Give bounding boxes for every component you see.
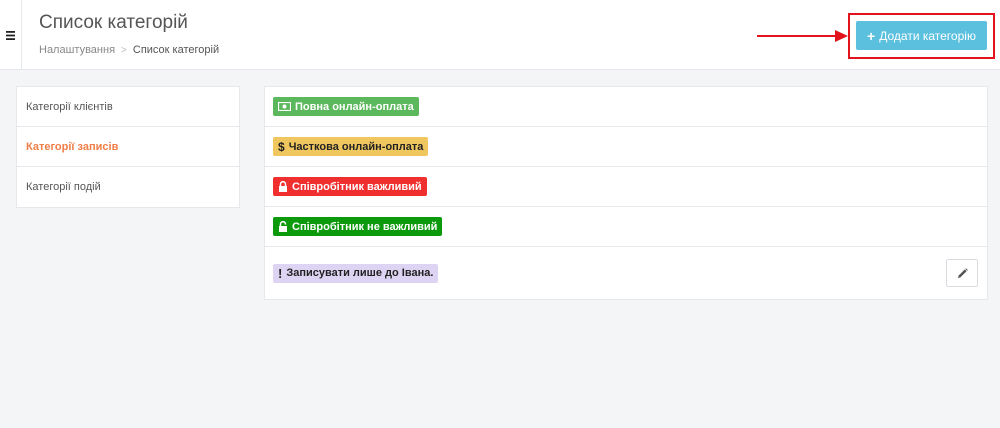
breadcrumb: Налаштування > Список категорій [39,44,219,56]
add-category-label: Додати категорію [879,28,976,43]
category-list: Повна онлайн-оплата $ Часткова онлайн-оп… [264,86,988,300]
sidebar-item-client-categories[interactable]: Категорії клієнтів [17,87,239,127]
category-row: $ Часткова онлайн-оплата [265,127,987,167]
annotation-arrow-icon [757,30,848,42]
dollar-icon: $ [278,139,285,154]
category-label: Повна онлайн-оплата [295,100,414,113]
category-badge: $ Часткова онлайн-оплата [273,137,429,156]
breadcrumb-item-settings[interactable]: Налаштування [39,44,115,56]
category-row: Співробітник важливий [265,167,987,207]
page-title: Список категорій [39,12,188,33]
breadcrumb-item-current: Список категорій [132,44,220,56]
category-badge: Повна онлайн-оплата [273,97,419,116]
category-type-sidebar: Категорії клієнтів Категорії записів Кат… [16,86,240,208]
sidebar-item-label: Категорії клієнтів [26,100,113,113]
category-label: Співробітник не важливий [292,220,438,233]
unlock-icon [279,221,287,232]
breadcrumb-separator: > [121,44,127,56]
category-badge: Співробітник важливий [273,177,427,196]
edit-category-button[interactable] [946,259,978,287]
category-label: Співробітник важливий [292,180,422,193]
sidebar-item-label: Категорії записів [26,140,119,153]
category-row: Співробітник не важливий [265,207,987,247]
category-row: Повна онлайн-оплата [265,87,987,127]
sidebar-item-event-categories[interactable]: Категорії подій [17,167,239,207]
sidebar-item-record-categories[interactable]: Категорії записів [17,127,239,167]
lock-icon [279,181,287,192]
money-bill-icon [278,102,291,111]
exclamation-icon: ! [278,265,283,281]
page: Список категорій Налаштування > Список к… [0,0,1000,428]
category-row: ! Записувати лише до Івана. [265,247,987,299]
hamburger-icon [6,30,15,40]
category-label: Записувати лише до Івана. [286,267,434,279]
category-label: Часткова онлайн-оплата [288,140,424,153]
header: Список категорій Налаштування > Список к… [0,0,1000,70]
pencil-icon [957,267,968,278]
add-category-button[interactable]: + Додати категорію [856,21,987,50]
category-badge: ! Записувати лише до Івана. [273,263,439,283]
category-badge: Співробітник не важливий [273,217,443,236]
plus-icon: + [867,27,876,44]
sidebar-item-label: Категорії подій [26,181,101,193]
menu-toggle-button[interactable] [0,0,22,70]
